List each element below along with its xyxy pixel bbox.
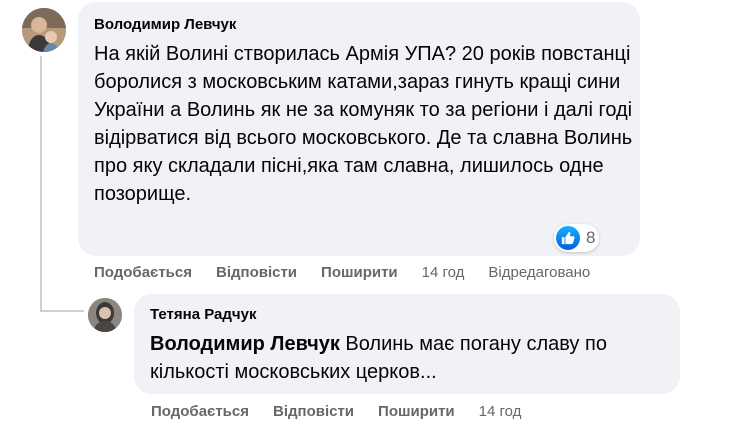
timestamp[interactable]: 14 год [422, 264, 465, 281]
share-button[interactable]: Поширити [321, 264, 398, 281]
like-button[interactable]: Подобається [151, 403, 249, 420]
comment-bubble: Володимир Левчук На якій Волині створила… [78, 2, 640, 256]
edited-label[interactable]: Відредаговано [488, 264, 590, 281]
thread-connector-line [40, 56, 42, 312]
user-avatar-icon [22, 8, 66, 52]
reply-author[interactable]: Тетяна Радчук [150, 306, 256, 323]
comment-text: На якій Волині створилась Армія УПА? 20 … [94, 43, 633, 205]
thread-connector-branch [40, 310, 84, 312]
like-button[interactable]: Подобається [94, 264, 192, 281]
comment-actions: Подобається Відповісти Поширити 14 год В… [94, 264, 614, 281]
avatar[interactable] [88, 298, 122, 332]
reply-actions: Подобається Відповісти Поширити 14 год [151, 403, 545, 420]
comment-author[interactable]: Володимир Левчук [94, 16, 236, 33]
reply-button[interactable]: Відповісти [273, 403, 354, 420]
avatar[interactable] [22, 8, 66, 52]
user-avatar-icon [88, 298, 122, 332]
reply-text: Володимир Левчук Волинь має погану славу… [150, 330, 670, 386]
like-icon [556, 226, 580, 250]
reply-bubble: Тетяна Радчук Володимир Левчук Волинь ма… [134, 294, 680, 394]
reaction-count: 8 [586, 228, 596, 247]
mention-link[interactable]: Володимир Левчук [150, 333, 340, 355]
reaction-summary[interactable]: 8 [554, 224, 600, 252]
timestamp[interactable]: 14 год [479, 403, 522, 420]
share-button[interactable]: Поширити [378, 403, 455, 420]
reply-button[interactable]: Відповісти [216, 264, 297, 281]
